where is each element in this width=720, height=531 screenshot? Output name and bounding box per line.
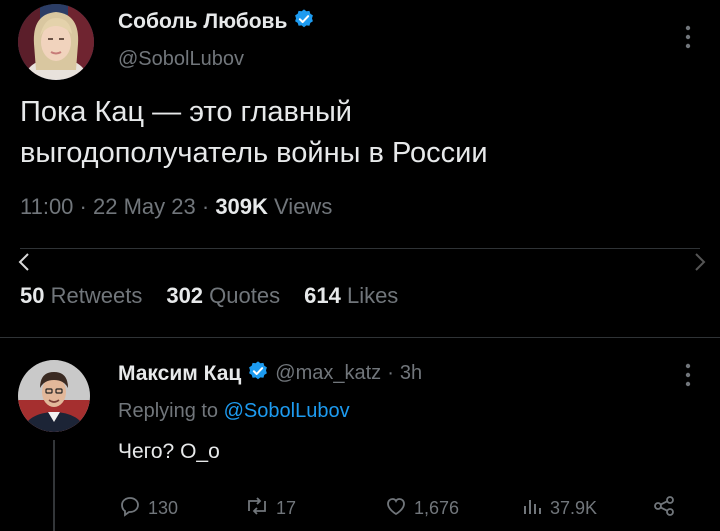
author-name[interactable]: Соболь Любовь [118,10,287,34]
reply-action[interactable]: 130 [118,494,178,523]
meta-separator: · [201,194,216,219]
like-action[interactable]: 1,676 [384,494,459,523]
replying-to: Replying to @SobolLubov [118,400,350,423]
tweet-text-line-2: выгодополучатель войны в России [20,137,488,169]
verified-badge-icon [293,8,315,35]
views-count: 309K [215,194,268,219]
like-count: 1,676 [414,498,460,518]
likes-label: Likes [346,283,399,308]
like-icon [384,494,408,523]
reply-author-handle[interactable]: @max_katz [275,362,381,385]
retweets-count: 50 [20,283,45,308]
retweets-label: Retweets [50,283,143,308]
quotes-label: Quotes [209,283,281,308]
avatar-katz[interactable] [18,360,90,432]
likes-stat[interactable]: 614 Likes [304,283,398,309]
more-icon[interactable] [684,362,692,388]
retweet-count: 17 [276,498,297,518]
reply-icon [118,494,142,523]
views-icon [522,494,544,523]
reply-count: 130 [148,498,179,518]
meta-separator: · [387,362,394,384]
retweet-icon [244,494,270,523]
meta-separator: · [79,194,93,219]
quotes-count: 302 [166,283,204,308]
avatar-image [18,360,90,432]
author-handle[interactable]: @SobolLubov [118,48,244,71]
retweets-stat[interactable]: 50 Retweets [20,283,142,309]
tweet-text-line-1: Пока Кац — это главный [20,96,352,128]
views-action[interactable]: 37.9K [522,494,597,523]
avatar-image [18,4,94,80]
retweet-action[interactable]: 17 [244,494,296,523]
views-count-reply: 37.9K [550,498,598,518]
tweet-time[interactable]: 11:00 [20,194,73,219]
tweet-date[interactable]: 22 May 23 [93,194,196,219]
thread-line [53,440,55,531]
tweet-text: Пока Кац — это главный выгодополучатель … [20,92,488,174]
share-action[interactable] [652,494,676,523]
verified-badge-icon [247,360,269,387]
replying-to-handle[interactable]: @SobolLubov [224,400,350,422]
share-icon [652,494,676,523]
views-label: Views [274,194,333,219]
avatar-sobol[interactable] [18,4,94,80]
reply-age[interactable]: 3h [400,362,422,385]
chevron-right-icon[interactable] [694,252,706,278]
likes-count: 614 [304,283,341,308]
quotes-stat[interactable]: 302 Quotes [166,283,280,309]
divider-bottom [0,337,720,338]
replying-to-label: Replying to [118,400,219,422]
chevron-left-icon[interactable] [18,252,30,278]
reply-author-name[interactable]: Максим Кац [118,362,241,386]
divider-top [20,248,700,249]
reply-text: Чего? О_о [118,440,220,463]
tweet-meta: 11:00 · 22 May 23 · 309K Views [20,194,332,220]
tweet-stats: 50 Retweets 302 Quotes 614 Likes [20,283,398,309]
more-icon[interactable] [684,24,692,50]
